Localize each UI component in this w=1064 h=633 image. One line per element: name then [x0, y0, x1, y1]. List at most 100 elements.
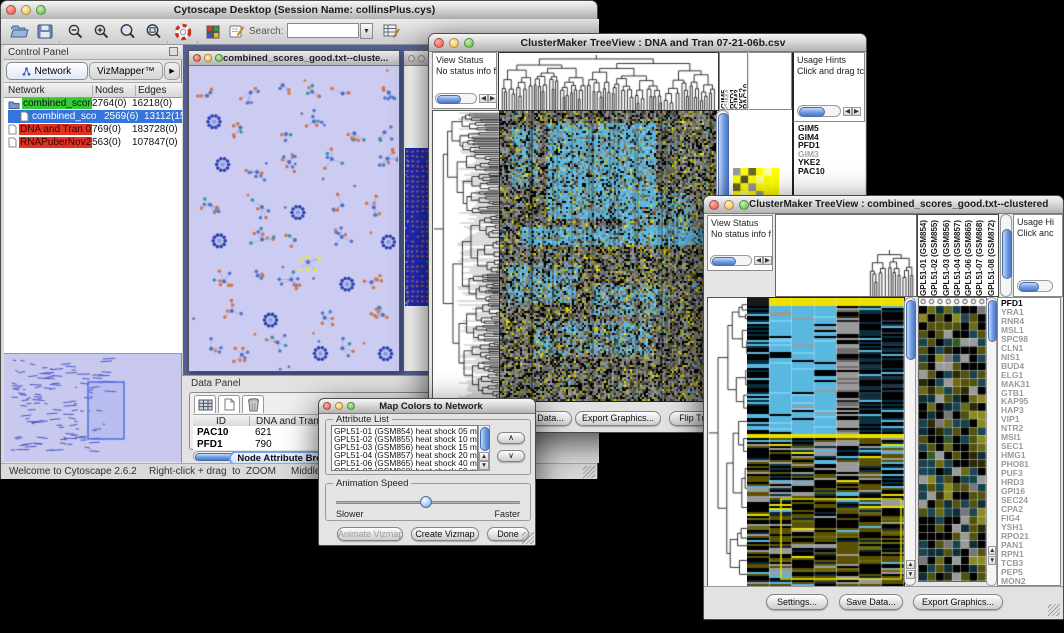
close-icon[interactable] — [709, 200, 719, 210]
zoom-out-button[interactable] — [63, 21, 87, 42]
minimize-icon[interactable] — [724, 200, 734, 210]
network-row[interactable]: combined_scores 2764(0) 16218(0) — [8, 97, 182, 110]
scroll-left-icon[interactable]: ◀ — [754, 256, 763, 265]
tv1-hints-hscrollbar[interactable] — [797, 105, 841, 117]
scroll-left-icon[interactable]: ◀ — [843, 107, 852, 116]
tv2-settings-button[interactable]: Settings... — [766, 594, 828, 610]
dialog-titlebar[interactable]: Map Colors to Network — [319, 399, 535, 414]
gene-label[interactable]: PAC10 — [798, 167, 865, 176]
frame1-titlebar[interactable]: combined_scores_good.txt--cluste... — [189, 51, 399, 66]
open-session-button[interactable] — [7, 21, 31, 42]
scroll-right-icon[interactable]: ▶ — [763, 256, 772, 265]
minimize-icon[interactable] — [335, 402, 343, 410]
network-row[interactable]: RNAPuberNov2+ 563(0) 107847(0) — [8, 136, 182, 149]
scrollbar-thumb[interactable] — [799, 107, 825, 117]
gene-label[interactable]: MON2 — [1001, 577, 1060, 586]
attribute-list-vscrollbar[interactable]: ▲ ▼ — [478, 425, 490, 471]
scrollbar-thumb[interactable] — [480, 427, 490, 451]
scrollbar-thumb[interactable] — [437, 95, 461, 104]
scrollbar-thumb[interactable] — [1019, 282, 1039, 292]
tv1-column-dendrogram[interactable] — [498, 52, 719, 111]
minimize-icon[interactable] — [21, 5, 31, 15]
zoom-window-icon[interactable] — [464, 38, 474, 48]
scroll-down-icon[interactable]: ▼ — [479, 461, 489, 470]
tv2-export-graphics-button[interactable]: Export Graphics... — [913, 594, 1003, 610]
tv1-row-dendrogram[interactable] — [432, 110, 501, 402]
tv2-top-dendrogram-panel[interactable] — [775, 214, 917, 297]
treeview1-titlebar[interactable]: ClusterMaker TreeView : DNA and Tran 07-… — [429, 34, 866, 52]
zoom-window-icon[interactable] — [347, 402, 355, 410]
minimize-icon[interactable] — [418, 55, 425, 62]
tv2-save-data-button[interactable]: Save Data... — [839, 594, 903, 610]
network-row[interactable]: DNA and Tran 07 769(0) 183728(0) — [8, 123, 182, 136]
tv2-row-dendrogram[interactable] — [707, 297, 749, 587]
zoom-window-icon[interactable] — [36, 5, 46, 15]
search-dropdown[interactable]: ▼ — [360, 23, 373, 39]
tab-vizmapper[interactable]: VizMapper™ — [89, 62, 163, 80]
tv2-status-hscrollbar[interactable] — [710, 255, 752, 266]
annotation-button[interactable] — [225, 21, 249, 42]
resize-grip[interactable] — [1048, 604, 1060, 616]
tv1-status-hscrollbar[interactable] — [435, 93, 477, 104]
scroll-up-icon[interactable]: ▲ — [906, 560, 915, 569]
scrollbar-thumb[interactable] — [718, 113, 729, 203]
main-titlebar[interactable]: Cytoscape Desktop (Session Name: collins… — [1, 1, 597, 20]
minimize-icon[interactable] — [449, 38, 459, 48]
tv2-hints-hscrollbar[interactable] — [1017, 280, 1053, 292]
create-vizmap-button[interactable]: Create Vizmap — [411, 527, 479, 541]
scrollbar-thumb[interactable] — [988, 300, 997, 342]
tv1-export-graphics-button[interactable]: Export Graphics... — [575, 411, 661, 426]
scroll-right-icon[interactable]: ▶ — [488, 94, 497, 103]
zoom-window-icon[interactable] — [215, 54, 223, 62]
network-view-canvas[interactable] — [190, 66, 398, 371]
save-session-button[interactable] — [33, 21, 57, 42]
tv2-heatmap[interactable] — [747, 297, 905, 587]
attribute-select-button[interactable] — [194, 395, 216, 413]
tab-network[interactable]: Network — [6, 62, 88, 80]
data-row-id: PAC10 — [193, 427, 249, 438]
zoom-window-icon[interactable] — [739, 200, 749, 210]
move-down-button[interactable]: ∨ — [497, 450, 525, 462]
float-panel-icon[interactable] — [169, 47, 178, 56]
tv1-heatmap[interactable] — [499, 110, 717, 402]
scroll-up-icon[interactable]: ▲ — [988, 546, 996, 555]
scroll-down-icon[interactable]: ▼ — [988, 556, 996, 565]
zoom-fit-button[interactable] — [141, 21, 165, 42]
scroll-down-icon[interactable]: ▼ — [906, 570, 915, 579]
tv2-genelist-vscrollbar[interactable]: ▲ ▼ — [986, 297, 997, 586]
scrollbar-thumb[interactable] — [712, 257, 736, 266]
scrollbar-thumb[interactable] — [906, 300, 916, 360]
delete-attribute-button[interactable] — [242, 395, 264, 413]
search-input[interactable] — [287, 23, 359, 38]
move-up-button[interactable]: ∧ — [497, 432, 525, 444]
tv2-vscrollbar[interactable]: ▲ ▼ — [904, 297, 916, 586]
zoom-selected-button[interactable] — [115, 21, 139, 42]
network-row-selected[interactable]: combined_sco 2569(6) 13112(15) — [8, 110, 182, 123]
speed-slider-thumb[interactable] — [420, 496, 432, 508]
close-icon[interactable] — [408, 55, 415, 62]
new-attribute-button[interactable] — [218, 395, 240, 413]
scrollbar-thumb[interactable] — [1002, 229, 1012, 279]
close-icon[interactable] — [434, 38, 444, 48]
attribute-item[interactable]: GPL51-07 (GSM868) heat shock 60 min — [334, 467, 477, 471]
scroll-right-icon[interactable]: ▶ — [852, 107, 861, 116]
vizmapper-button[interactable] — [201, 21, 225, 42]
help-button[interactable] — [171, 21, 195, 42]
animate-vizmap-button[interactable]: Animate Vizmap — [337, 527, 403, 541]
close-icon[interactable] — [193, 54, 201, 62]
tab-overflow-button[interactable]: ▶ — [164, 62, 180, 80]
close-icon[interactable] — [323, 402, 331, 410]
resize-grip[interactable] — [522, 532, 534, 544]
zoom-in-button[interactable] — [89, 21, 113, 42]
scroll-left-icon[interactable]: ◀ — [479, 94, 488, 103]
birdseye-view[interactable] — [4, 353, 181, 462]
color-swatch-icon — [206, 25, 220, 39]
minimize-icon[interactable] — [204, 54, 212, 62]
close-icon[interactable] — [6, 5, 16, 15]
tv2-top-vscrollbar[interactable] — [1000, 214, 1012, 297]
scroll-up-icon[interactable]: ▲ — [479, 452, 489, 461]
resize-grip[interactable] — [583, 466, 595, 478]
tv2-zoom-heatmap[interactable] — [918, 297, 987, 582]
treeview2-titlebar[interactable]: ClusterMaker TreeView : combined_scores_… — [704, 196, 1063, 214]
attribute-table-button[interactable] — [379, 21, 403, 42]
